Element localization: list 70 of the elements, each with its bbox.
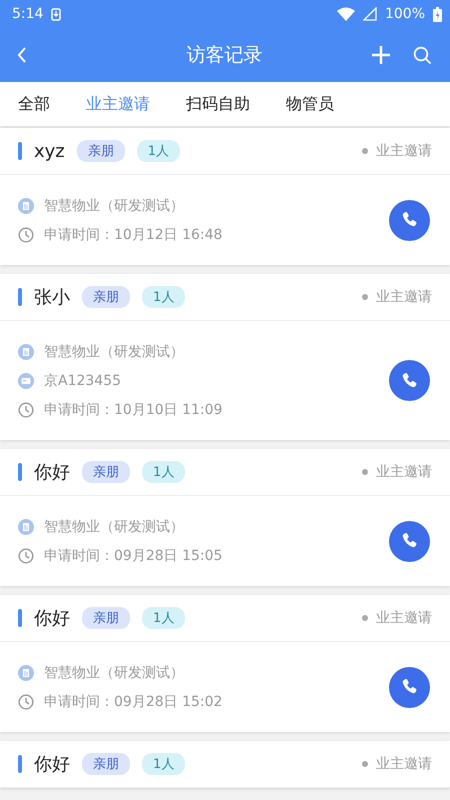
relation-tag: 亲朋 [76, 140, 125, 162]
clock-icon [18, 226, 34, 242]
building-icon [18, 518, 34, 534]
download-icon [51, 8, 62, 20]
status-dot [362, 294, 368, 300]
count-tag: 1人 [142, 461, 186, 483]
call-button[interactable] [389, 200, 430, 240]
accent-bar [18, 288, 22, 306]
battery-level: 100% [384, 6, 425, 22]
tab[interactable]: 扫码自助 [176, 90, 260, 118]
count-tag: 1人 [136, 140, 180, 162]
building-icon [18, 664, 34, 680]
status-dot [362, 615, 368, 621]
add-icon[interactable] [371, 45, 391, 65]
record-card[interactable]: 你好 亲朋 1人 业主邀请 智慧物业（研发测试） 申请时间：09月28日 15:02 [0, 595, 450, 732]
source-label: 业主邀请 [376, 463, 432, 481]
record-card[interactable]: 你好 亲朋 1人 业主邀请 智慧物业（研发测试） 申请时间：09月28日 15:05 [0, 449, 450, 586]
status-time: 5:14 [12, 6, 44, 22]
search-icon[interactable] [413, 46, 432, 64]
info-text: 智慧物业（研发测试） [44, 342, 184, 360]
tab[interactable]: 物管员 [276, 90, 344, 118]
page-title: 访客记录 [186, 43, 264, 68]
status-dot [362, 469, 368, 475]
visitor-name: 张小 [34, 286, 70, 309]
relation-tag: 亲朋 [82, 607, 130, 629]
accent-bar [18, 755, 22, 773]
relation-tag: 亲朋 [82, 461, 130, 483]
status-dot [362, 761, 368, 767]
call-button[interactable] [389, 520, 430, 562]
accent-bar [18, 609, 22, 627]
count-tag: 1人 [142, 753, 186, 775]
building-icon [18, 198, 34, 214]
clock-icon [18, 402, 34, 418]
source-label: 业主邀请 [376, 755, 432, 773]
clock-icon [18, 548, 34, 564]
info-text: 京A123455 [44, 372, 122, 390]
battery-icon [433, 6, 442, 22]
wifi-icon [336, 7, 355, 21]
signal-icon [362, 7, 377, 21]
relation-tag: 亲朋 [82, 286, 130, 308]
record-card[interactable]: xyz 亲朋 1人 业主邀请 智慧物业（研发测试） 申请时间：10月12日 16:48 [0, 128, 450, 265]
clock-icon [18, 694, 34, 710]
record-card[interactable]: 你好 亲朋 1人 业主邀请 [0, 741, 450, 788]
count-tag: 1人 [142, 607, 186, 629]
info-text: 智慧物业（研发测试） [44, 518, 184, 536]
info-text: 申请时间：09月28日 15:02 [44, 692, 222, 710]
call-button[interactable] [389, 360, 430, 401]
status-dot [362, 148, 368, 154]
visitor-name: xyz [34, 140, 65, 162]
source-label: 业主邀请 [376, 142, 432, 160]
source-label: 业主邀请 [376, 609, 432, 627]
relation-tag: 亲朋 [82, 753, 130, 775]
source-label: 业主邀请 [376, 288, 432, 306]
accent-bar [18, 142, 22, 160]
info-text: 申请时间：10月12日 16:48 [44, 226, 222, 244]
count-tag: 1人 [142, 286, 186, 308]
accent-bar [18, 463, 22, 481]
visitor-name: 你好 [34, 607, 70, 630]
card-icon [18, 372, 34, 388]
info-text: 智慧物业（研发测试） [44, 664, 184, 682]
building-icon [18, 344, 34, 360]
tab[interactable]: 全部 [8, 90, 60, 118]
call-button[interactable] [389, 666, 430, 708]
info-text: 申请时间：09月28日 15:05 [44, 546, 222, 564]
info-text: 智慧物业（研发测试） [44, 196, 184, 214]
info-text: 申请时间：10月10日 11:09 [44, 400, 222, 418]
back-icon[interactable] [16, 46, 28, 64]
visitor-name: 你好 [34, 461, 70, 484]
record-card[interactable]: 张小 亲朋 1人 业主邀请 智慧物业（研发测试） 京A123455 申请时间：10月10日 11:09 [0, 274, 450, 440]
visitor-name: 你好 [34, 753, 70, 776]
